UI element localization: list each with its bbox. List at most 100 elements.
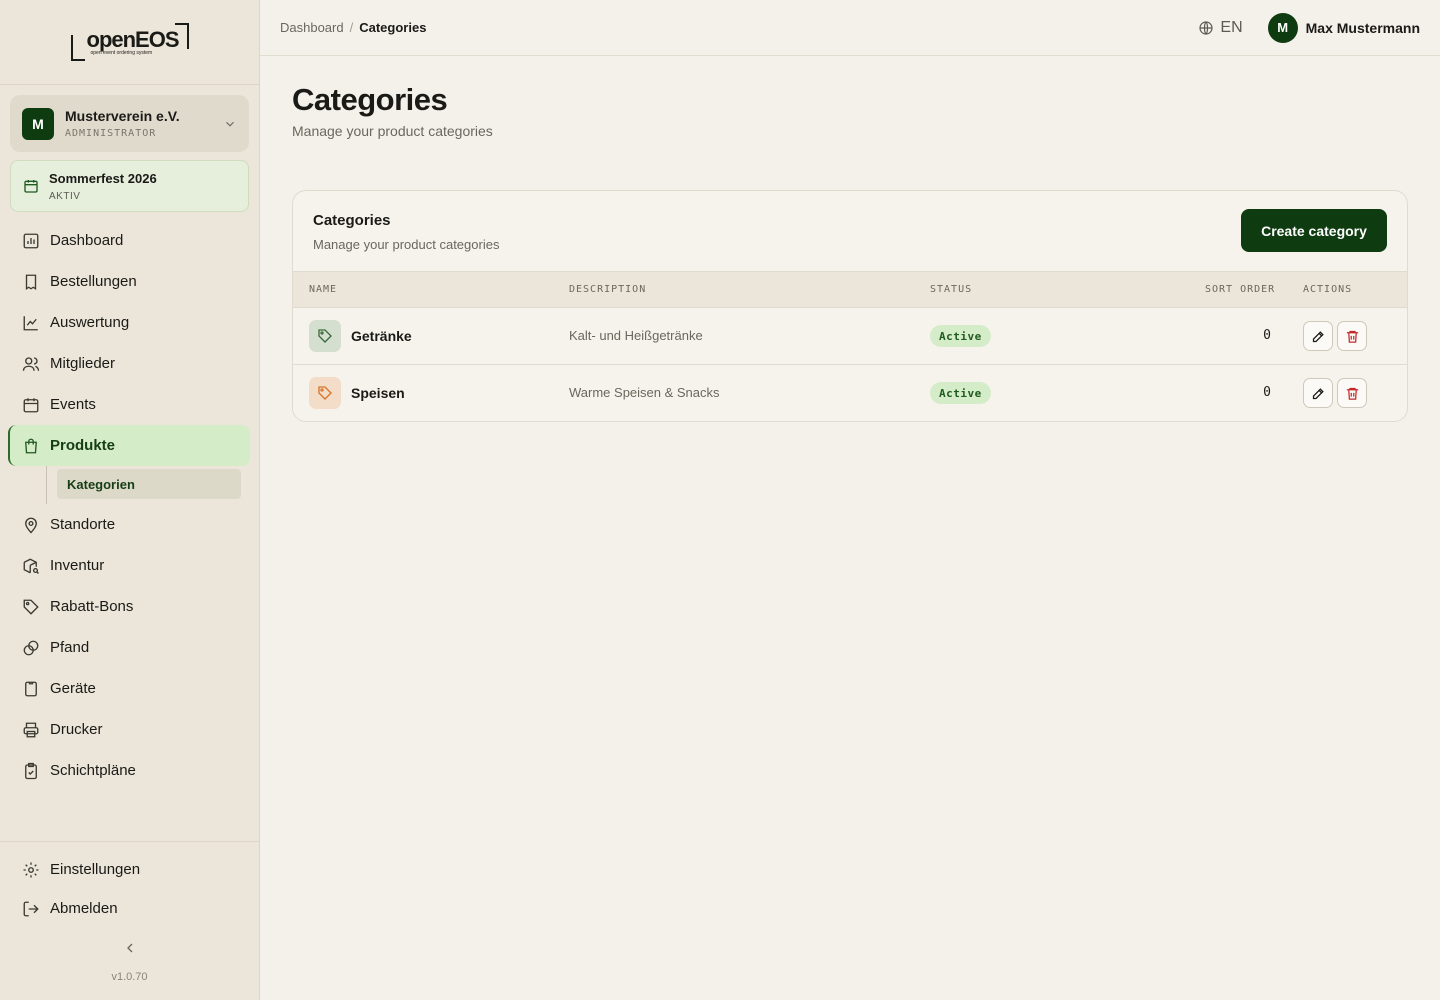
- nav-item-label: Auswertung: [50, 314, 130, 331]
- org-avatar: M: [22, 107, 54, 140]
- sidebar-footer: Einstellungen Abmelden: [0, 841, 259, 928]
- tag-icon: [23, 599, 39, 615]
- nav-item-events[interactable]: Events: [8, 384, 250, 425]
- create-category-button[interactable]: Create category: [1241, 209, 1387, 252]
- nav-subitems: Kategorien: [8, 466, 250, 504]
- users-icon: [22, 356, 40, 371]
- nav-item-bestellungen[interactable]: Bestellungen: [8, 261, 250, 302]
- app-version: v1.0.70: [111, 971, 148, 983]
- device-icon: [25, 681, 37, 696]
- breadcrumb-current: Categories: [359, 20, 427, 35]
- page-subtitle: Manage your product categories: [292, 123, 493, 139]
- nav-item-einstellungen[interactable]: Einstellungen: [8, 850, 259, 889]
- nav-item-abmelden[interactable]: Abmelden: [8, 889, 259, 928]
- pencil-icon: [1312, 387, 1324, 399]
- logo-area: openEOS open event ordering system: [0, 0, 259, 85]
- nav-item-label: Drucker: [50, 721, 103, 738]
- category-tag-icon: [309, 377, 341, 409]
- bar-chart-icon: [23, 233, 39, 248]
- delete-button[interactable]: [1337, 321, 1367, 351]
- nav-item-label: Inventur: [50, 557, 105, 574]
- category-name: Getränke: [351, 328, 412, 344]
- calendar-icon: [24, 180, 38, 193]
- breadcrumb: Dashboard / Categories: [280, 20, 427, 35]
- user-avatar[interactable]: M: [1267, 12, 1298, 43]
- nav-item-mitglieder[interactable]: Mitglieder: [8, 343, 250, 384]
- sort-order: 0: [1263, 385, 1271, 400]
- receipt-icon: [25, 274, 37, 290]
- column-header-status[interactable]: STATUS: [930, 284, 972, 295]
- category-tag-icon: [309, 320, 341, 352]
- trash-icon: [1346, 387, 1358, 400]
- column-header-name[interactable]: NAME: [309, 284, 337, 295]
- sidebar: openEOS open event ordering system M Mus…: [0, 0, 260, 1000]
- nav-item-dashboard[interactable]: Dashboard: [8, 220, 250, 261]
- nav-item-label: Bestellungen: [50, 273, 137, 290]
- nav-item-produkte[interactable]: Produkte: [8, 425, 250, 466]
- nav-item-schichtplaene[interactable]: Schichtpläne: [8, 750, 250, 791]
- nav-item-drucker[interactable]: Drucker: [8, 709, 250, 750]
- nav-item-label: Rabatt-Bons: [50, 598, 134, 615]
- nav-item-pfand[interactable]: Pfand: [8, 627, 250, 668]
- table-header: NAME DESCRIPTION STATUS SORT ORDER ACTIO…: [293, 271, 1407, 308]
- user-name[interactable]: Max Mustermann: [1306, 20, 1420, 36]
- nav-item-label: Abmelden: [50, 900, 118, 917]
- page-title: Categories: [292, 82, 448, 117]
- line-chart-icon: [23, 315, 38, 330]
- column-header-description[interactable]: DESCRIPTION: [569, 284, 646, 295]
- active-event-card[interactable]: Sommerfest 2026 AKTIV: [10, 160, 249, 212]
- edit-button[interactable]: [1303, 378, 1333, 408]
- nav-item-label: Standorte: [50, 516, 116, 533]
- logo-tagline: open event ordering system: [90, 50, 153, 56]
- nav-item-inventur[interactable]: Inventur: [8, 545, 250, 586]
- org-name: Musterverein e.V.: [65, 108, 180, 124]
- pencil-icon: [1312, 330, 1324, 342]
- event-status: AKTIV: [49, 190, 81, 202]
- globe-icon: [1199, 20, 1214, 35]
- nav-item-label: Einstellungen: [50, 861, 141, 878]
- edit-button[interactable]: [1303, 321, 1333, 351]
- nav-item-label: Geräte: [50, 680, 96, 697]
- clipboard-check-icon: [25, 762, 37, 779]
- status-badge: Active: [930, 325, 991, 347]
- map-pin-icon: [25, 517, 37, 533]
- calendar-icon: [23, 397, 39, 412]
- category-description: Kalt- und Heißgetränke: [569, 328, 703, 343]
- card-subtitle: Manage your product categories: [313, 237, 500, 252]
- gear-icon: [23, 862, 39, 877]
- language-switcher[interactable]: EN: [1198, 19, 1243, 37]
- org-role: ADMINISTRATOR: [65, 128, 157, 139]
- category-name: Speisen: [351, 385, 405, 401]
- nav-item-auswertung[interactable]: Auswertung: [8, 302, 250, 343]
- chevron-down-icon: [226, 121, 234, 127]
- nav-item-label: Schichtpläne: [50, 762, 136, 779]
- logout-icon: [23, 901, 39, 916]
- organization-switcher[interactable]: M Musterverein e.V. ADMINISTRATOR: [10, 95, 249, 152]
- nav-item-rabatt-bons[interactable]: Rabatt-Bons: [8, 586, 250, 627]
- main-nav: Dashboard Bestellungen Auswertung Mitgli…: [8, 220, 250, 791]
- topbar: Dashboard / Categories EN M Max Mustermann: [260, 0, 1440, 56]
- shopping-bag-icon: [25, 438, 37, 453]
- breadcrumb-dashboard[interactable]: Dashboard: [280, 20, 344, 35]
- collapse-sidebar-icon[interactable]: [122, 940, 138, 956]
- column-header-sort-order[interactable]: SORT ORDER: [1205, 284, 1275, 295]
- table-row[interactable]: Speisen Warme Speisen & Snacks Active 0: [293, 365, 1407, 421]
- status-badge: Active: [930, 382, 991, 404]
- card-title: Categories: [313, 212, 391, 229]
- link-icon: [23, 640, 39, 655]
- sort-order: 0: [1263, 328, 1271, 343]
- nav-item-label: Mitglieder: [50, 355, 116, 372]
- package-search-icon: [23, 557, 39, 574]
- app-logo[interactable]: openEOS open event ordering system: [70, 23, 189, 61]
- nav-item-label: Dashboard: [50, 232, 124, 249]
- nav-subitem-kategorien[interactable]: Kategorien: [57, 469, 241, 499]
- nav-item-label: Pfand: [50, 639, 90, 656]
- nav-item-geraete[interactable]: Geräte: [8, 668, 250, 709]
- printer-icon: [23, 722, 39, 737]
- table-row[interactable]: Getränke Kalt- und Heißgetränke Active 0: [293, 308, 1407, 365]
- delete-button[interactable]: [1337, 378, 1367, 408]
- nav-item-label: Events: [50, 396, 96, 413]
- category-description: Warme Speisen & Snacks: [569, 385, 720, 400]
- nav-item-standorte[interactable]: Standorte: [8, 504, 250, 545]
- nav-item-label: Produkte: [50, 437, 116, 454]
